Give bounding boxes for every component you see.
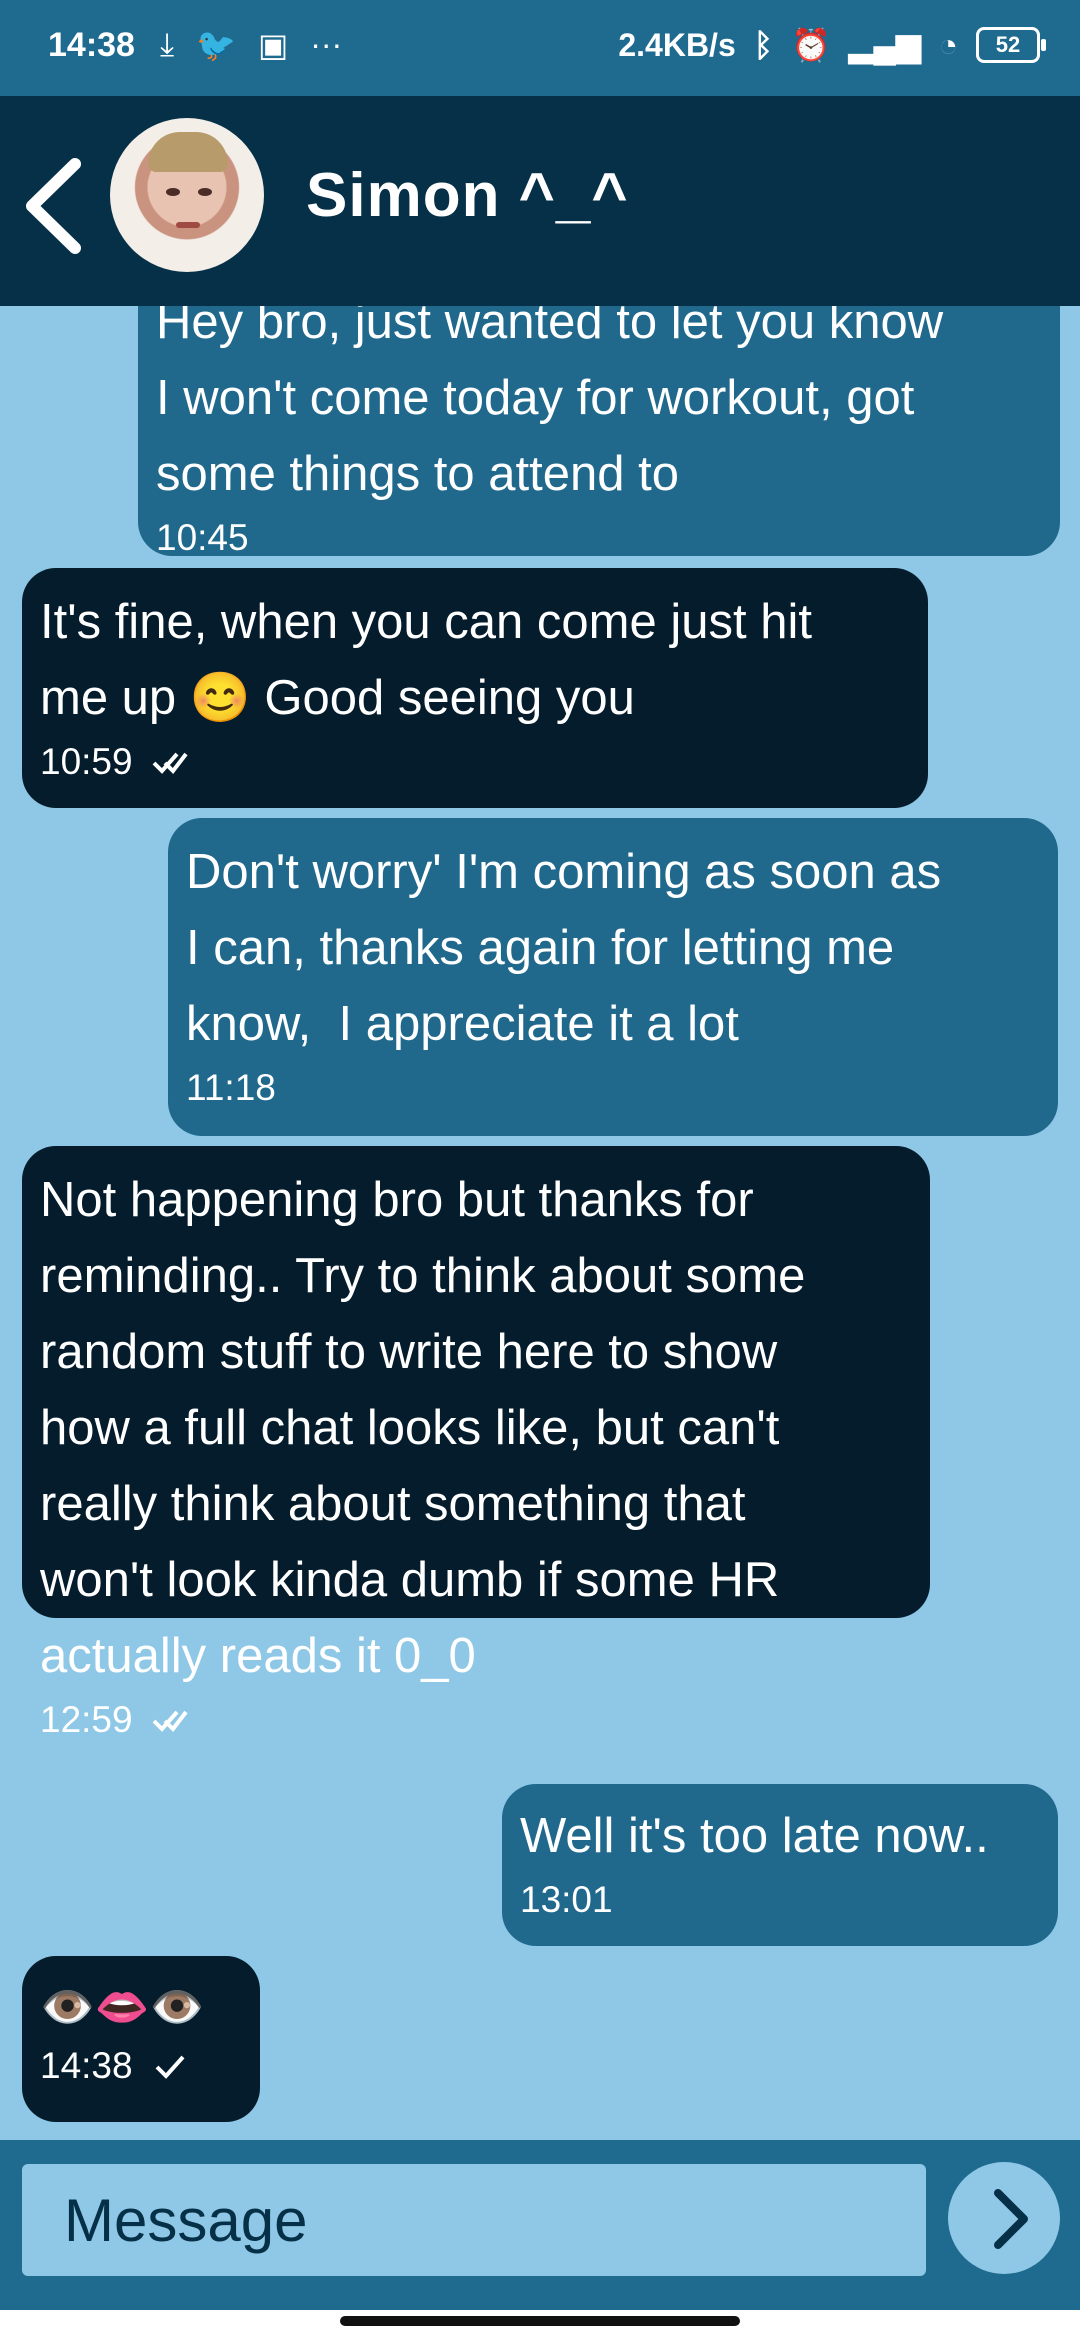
composer xyxy=(0,2140,1080,2310)
message-text: Well it's too late now.. xyxy=(520,1809,989,1863)
message-incoming[interactable]: 👁️👄👁️ 14:38 xyxy=(22,1956,260,2122)
twitter-icon: 🐦 xyxy=(196,27,236,63)
message-time: 14:38 xyxy=(40,2045,133,2086)
message-time: 13:01 xyxy=(520,1879,613,1920)
wifi-icon: ◔ xyxy=(938,26,958,63)
chat-header: Simon ^_^ xyxy=(0,96,1080,306)
more-icon: ··· xyxy=(310,26,343,62)
signal-icon: ▂▄▆ xyxy=(848,27,921,63)
double-check-icon xyxy=(152,752,188,775)
bluetooth-icon: ᛒ xyxy=(753,26,773,63)
message-time: 12:59 xyxy=(40,1699,133,1740)
message-outgoing[interactable]: Don't worry' I'm coming as soon as I can… xyxy=(168,818,1058,1136)
chevron-left-icon[interactable] xyxy=(20,156,90,256)
message-outgoing[interactable]: Well it's too late now.. 13:01 xyxy=(502,1784,1058,1946)
battery-level: 52 xyxy=(995,32,1021,57)
status-right: 2.4KB/s ᛒ ⏰ ▂▄▆ ◔ 52 xyxy=(618,26,1046,64)
chevron-right-icon xyxy=(994,2189,1028,2249)
status-left-icons: ⤓ 🐦 ▣ ··· xyxy=(160,26,342,64)
battery-icon: 52 xyxy=(976,27,1046,63)
check-icon xyxy=(155,2055,185,2079)
message-text: Don't worry' I'm coming as soon as I can… xyxy=(186,845,942,1051)
message-incoming[interactable]: It's fine, when you can come just hit me… xyxy=(22,568,928,808)
message-incoming[interactable]: Not happening bro but thanks for remindi… xyxy=(22,1146,930,1740)
status-time: 14:38 xyxy=(48,26,135,64)
avatar[interactable] xyxy=(110,118,264,272)
home-indicator[interactable] xyxy=(340,2316,740,2326)
message-input[interactable] xyxy=(22,2164,926,2276)
download-icon: ⤓ xyxy=(160,26,175,62)
message-time: 10:59 xyxy=(40,741,133,782)
message-list[interactable]: Hey bro, just wanted to let you know I w… xyxy=(0,300,1080,2140)
message-time: 11:18 xyxy=(186,1067,276,1108)
message-outgoing[interactable]: Hey bro, just wanted to let you know I w… xyxy=(138,300,1060,558)
double-check-icon xyxy=(152,1710,188,1733)
status-bar: 14:38 ⤓ 🐦 ▣ ··· 2.4KB/s ᛒ ⏰ ▂▄▆ ◔ 52 xyxy=(0,0,1080,96)
alarm-icon: ⏰ xyxy=(790,27,831,63)
contact-name[interactable]: Simon ^_^ xyxy=(306,160,629,231)
message-text: Not happening bro but thanks for remindi… xyxy=(40,1173,806,1683)
message-time: 10:45 xyxy=(156,517,249,558)
app-icon: ▣ xyxy=(258,27,289,63)
send-button[interactable] xyxy=(948,2162,1060,2274)
message-text: 👁️👄👁️ xyxy=(40,1983,205,2032)
network-speed: 2.4KB/s xyxy=(618,26,736,63)
message-text: Hey bro, just wanted to let you know I w… xyxy=(156,300,944,501)
message-text: It's fine, when you can come just hit me… xyxy=(40,595,812,725)
